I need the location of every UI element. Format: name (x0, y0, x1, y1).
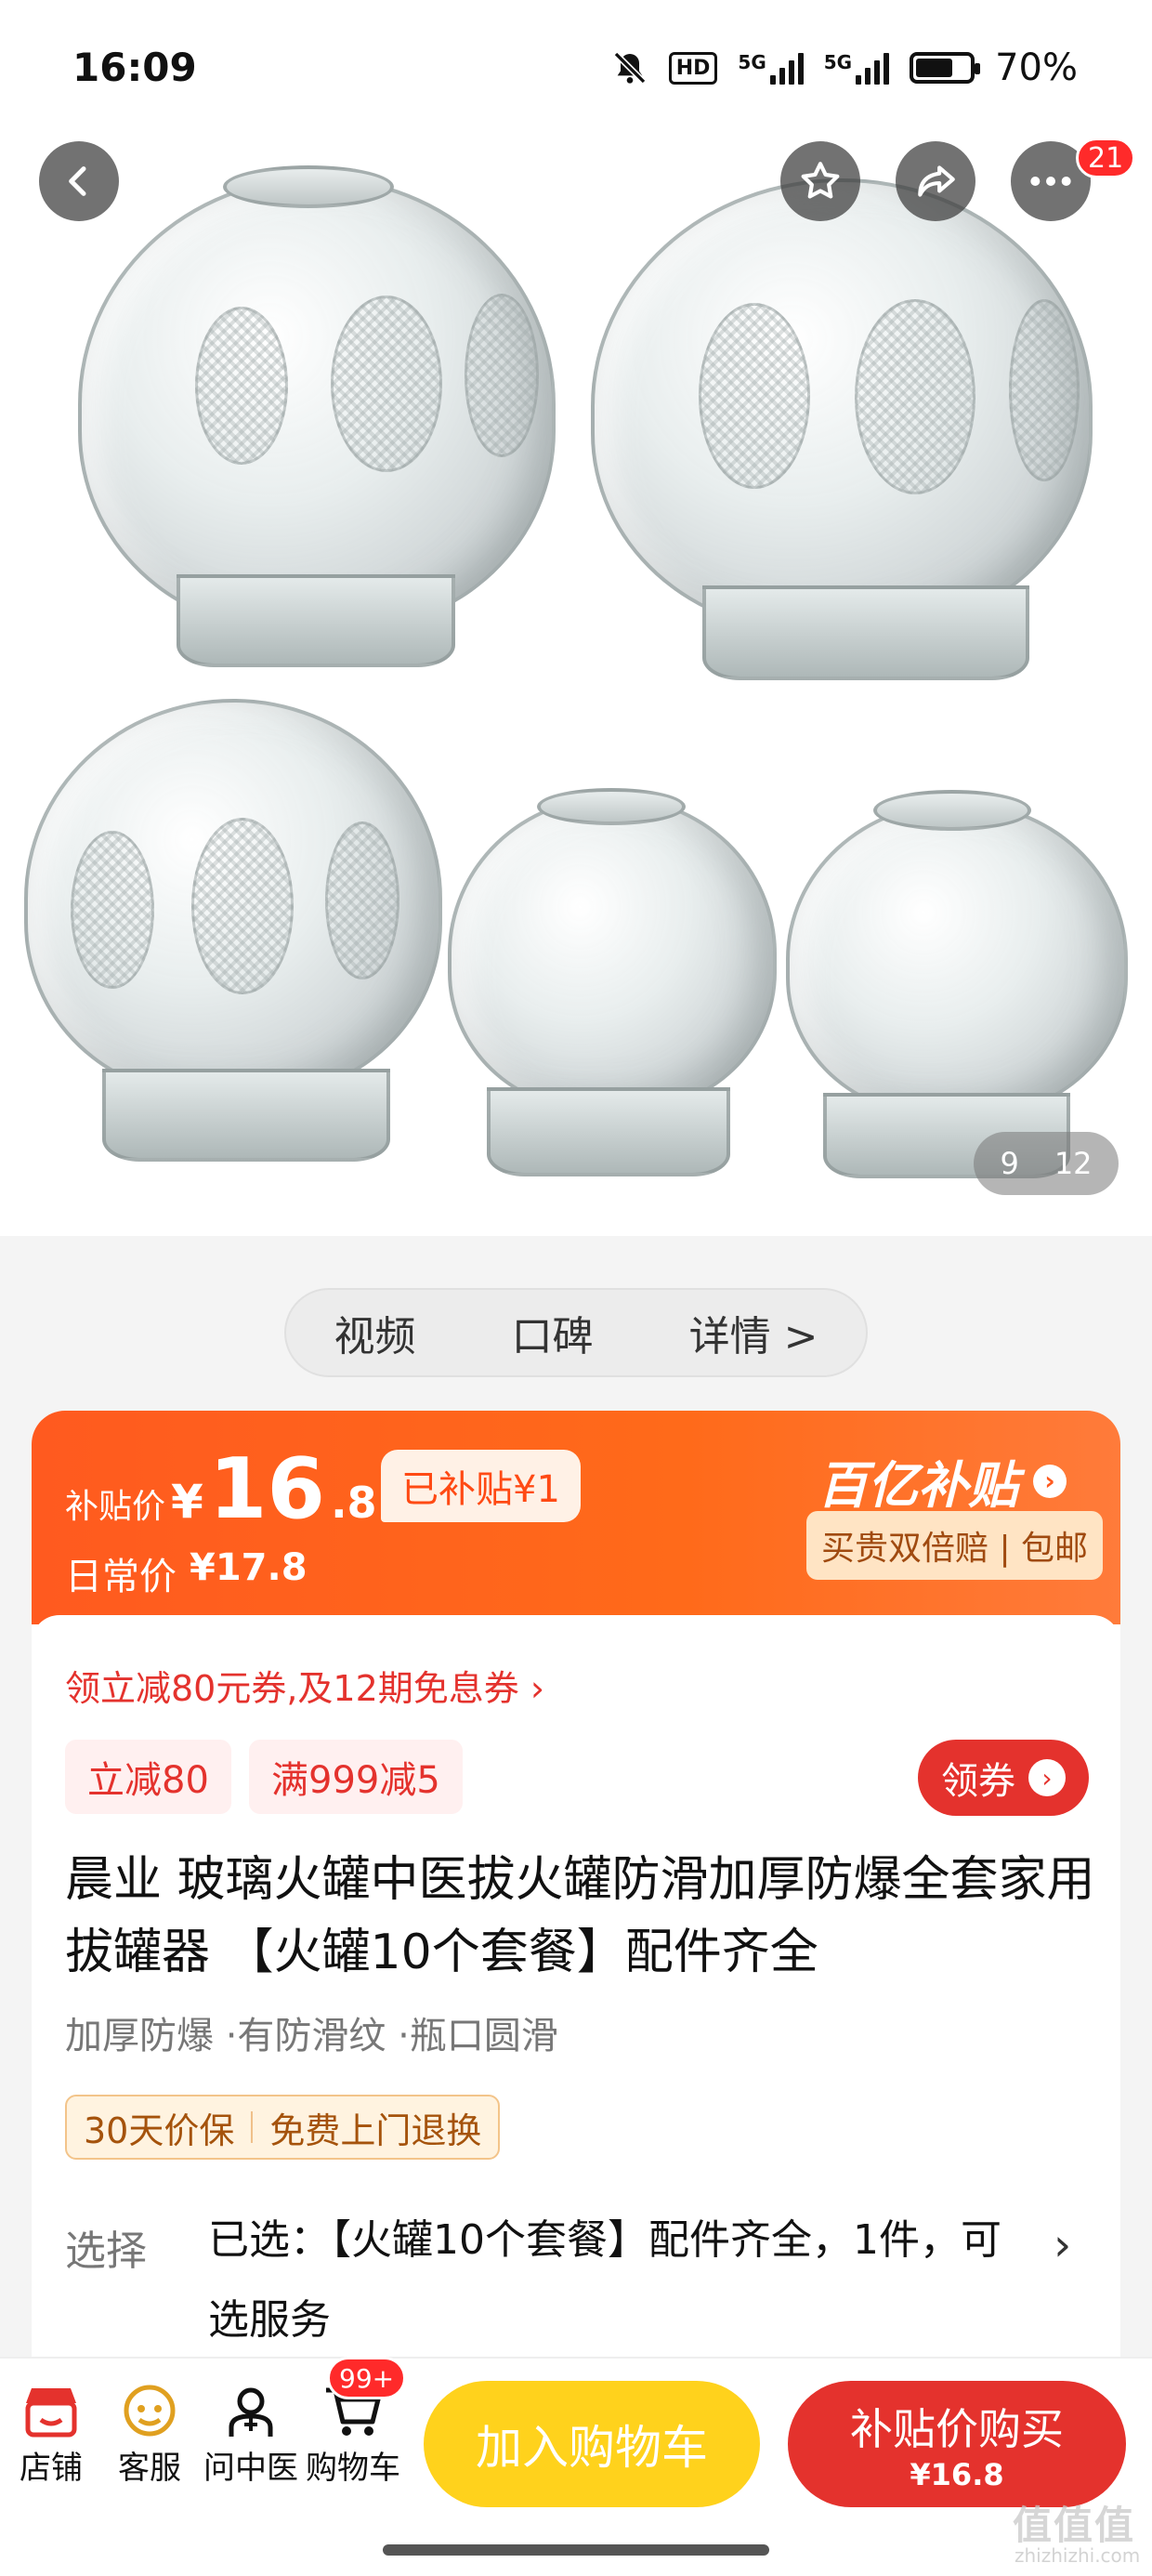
signal-5g-1: 5G (738, 51, 804, 85)
free-return-label: 免费上门退换 (269, 2109, 482, 2151)
product-title: 晨业 玻璃火罐中医拔火罐防滑加厚防爆全套家用拔罐器 【火罐10个套餐】配件齐全 (65, 1852, 1095, 1980)
cup-3-base (102, 1069, 390, 1162)
favorite-button[interactable] (780, 141, 860, 221)
cup-2-pattern (855, 299, 975, 494)
signal-bars-icon (856, 51, 890, 85)
service-promise-badge: 30天价保 免费上门退换 (65, 2095, 501, 2160)
shop-button[interactable]: 店铺 (0, 2381, 102, 2488)
cup-1-pattern (195, 307, 288, 465)
subsidy-price: 补贴价 ¥ 16 .8 (65, 1448, 377, 1531)
regular-price: 日常价 ¥17.8 (65, 1546, 308, 1600)
get-coupon-button[interactable]: 领券 › (918, 1740, 1089, 1816)
add-to-cart-button[interactable]: 加入购物车 (424, 2381, 760, 2507)
share-button[interactable] (896, 141, 975, 221)
cup-3-pattern (191, 818, 294, 994)
price-integer: 16 (208, 1440, 326, 1538)
share-icon (918, 165, 955, 197)
section-nav: 视频 口碑 详情 > (284, 1288, 868, 1377)
divider (251, 2111, 254, 2143)
back-arrow-icon (69, 166, 86, 196)
buy-now-button[interactable]: 补贴价购买 ¥16.8 (788, 2381, 1126, 2507)
hd-voice-icon: HD (668, 51, 718, 85)
cup-5-rim (873, 790, 1031, 831)
subsidy-price-label: 补贴价 (65, 1488, 166, 1526)
coupon-chip-discount: 立减80 (65, 1740, 231, 1814)
watermark-domain: zhizhizhi.com (1015, 2544, 1141, 2567)
back-button[interactable] (39, 141, 119, 221)
buy-now-price: ¥16.8 (910, 2457, 1004, 2492)
get-coupon-label: 领券 (941, 1760, 1015, 1803)
mute-bell-icon (613, 51, 647, 85)
regular-price-label: 日常价 (65, 1556, 177, 1598)
price-protection-label: 30天价保 (84, 2109, 235, 2151)
cup-4-rim (537, 788, 686, 825)
cup-2-base (702, 585, 1029, 680)
billion-subsidy-name: 百亿补贴 (818, 1456, 1018, 1515)
cup-3-pattern (71, 831, 154, 989)
cart-label: 购物车 (306, 2450, 400, 2487)
coupon-chip-threshold: 满999减5 (249, 1740, 463, 1814)
buy-now-label: 补贴价购买 (850, 2404, 1064, 2454)
watermark-logo: 值值值 (1013, 2503, 1136, 2548)
tab-video[interactable]: 视频 (334, 1303, 416, 1362)
status-time: 16:09 (72, 45, 197, 90)
cup-2-pattern (1009, 299, 1080, 481)
price-decimal: .8 (331, 1478, 377, 1528)
customer-service-icon (116, 2381, 183, 2442)
cart-count-badge: 99+ (327, 2357, 407, 2399)
image-total: 12 (1054, 1146, 1093, 1181)
product-feature-tags: 加厚防爆 ·有防滑纹 ·瓶口圆滑 (65, 2015, 558, 2057)
signal-bars-icon (769, 51, 804, 85)
customer-service-button[interactable]: 客服 (98, 2381, 201, 2488)
cup-image-5 (786, 801, 1128, 1117)
price-banner: 补贴价 ¥ 16 .8 已补贴¥1 日常价 ¥17.8 百亿补贴 › 买贵双倍赔… (32, 1411, 1120, 1624)
cup-1-pattern (465, 294, 539, 457)
subsidy-amount-tag: 已补贴¥1 (381, 1450, 581, 1522)
battery-fill (916, 59, 953, 77)
doctor-icon (217, 2381, 284, 2442)
home-indicator[interactable] (383, 2544, 769, 2556)
star-icon (801, 162, 840, 199)
cup-3-pattern (325, 821, 399, 979)
billion-subsidy-logo[interactable]: 百亿补贴 › (818, 1444, 1067, 1518)
chevron-right-icon[interactable]: › (1054, 2219, 1071, 2271)
customer-service-label: 客服 (118, 2450, 181, 2487)
tab-details[interactable]: 详情 > (689, 1303, 818, 1362)
chevron-right-icon: › (1028, 1759, 1066, 1796)
status-icons: HD 5G 5G 70% (611, 46, 1078, 89)
network-label-1: 5G (738, 51, 766, 73)
coupon-headline[interactable]: 领立减80元券,及12期免息券 › (65, 1660, 544, 1711)
currency-symbol: ¥ (171, 1475, 203, 1529)
cup-1-base (177, 574, 455, 667)
guarantee-tag: 买贵双倍赔 | 包邮 (806, 1511, 1104, 1580)
status-bar: 16:09 HD 5G 5G 70% (0, 0, 1152, 139)
cup-1-pattern (331, 296, 442, 472)
product-image-gallery[interactable]: 9 12 (0, 0, 1152, 1236)
image-index: 9 (1000, 1146, 1019, 1181)
regular-price-value: ¥17.8 (190, 1546, 308, 1589)
cup-1-rim (223, 165, 394, 208)
more-dots-icon (1030, 177, 1071, 186)
signal-5g-2: 5G (823, 51, 890, 85)
image-counter: 9 12 (974, 1132, 1119, 1195)
network-label-2: 5G (823, 51, 853, 73)
shop-icon (18, 2381, 85, 2442)
tab-reviews[interactable]: 口碑 (512, 1303, 594, 1362)
ask-doctor-label: 问中医 (203, 2450, 298, 2487)
cup-image-4 (448, 795, 777, 1111)
chevron-right-icon: › (1033, 1464, 1067, 1498)
cup-4-base (487, 1087, 730, 1176)
message-count-badge: 21 (1076, 138, 1136, 178)
battery-percent: 70% (995, 46, 1078, 89)
selected-option[interactable]: 已选：【火罐10个套餐】配件齐全，1件，可选服务 (208, 2201, 1026, 2360)
bottom-action-bar: 店铺 客服 问中医 购物车 99+ 加入购物车 补贴价购买 ¥16.8 (0, 2357, 1152, 2576)
ask-doctor-button[interactable]: 问中医 (195, 2381, 307, 2488)
battery-icon (910, 52, 981, 84)
select-label: 选择 (65, 2228, 147, 2275)
cup-2-pattern (699, 303, 810, 489)
shop-label: 店铺 (20, 2450, 83, 2487)
